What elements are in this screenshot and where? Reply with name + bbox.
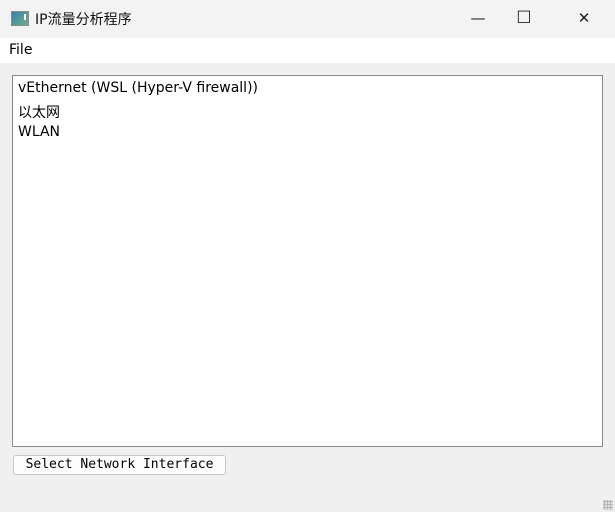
- list-item[interactable]: 以太网: [18, 102, 60, 122]
- menu-file[interactable]: File: [9, 42, 32, 58]
- resize-grip-icon[interactable]: [603, 500, 613, 510]
- list-item[interactable]: vEthernet (WSL (Hyper-V firewall)): [18, 80, 258, 96]
- title-bar: IP流量分析程序 — ☐ ✕: [0, 0, 615, 38]
- maximize-button[interactable]: ☐: [501, 0, 547, 36]
- menu-bar: File: [0, 38, 615, 63]
- close-button[interactable]: ✕: [561, 0, 607, 36]
- interface-list[interactable]: vEthernet (WSL (Hyper-V firewall)) 以太网 W…: [12, 75, 603, 447]
- app-icon: [11, 11, 29, 26]
- minimize-button[interactable]: —: [455, 0, 501, 36]
- list-item[interactable]: WLAN: [18, 124, 60, 140]
- window-title: IP流量分析程序: [35, 12, 132, 28]
- select-interface-button[interactable]: Select Network Interface: [13, 455, 226, 475]
